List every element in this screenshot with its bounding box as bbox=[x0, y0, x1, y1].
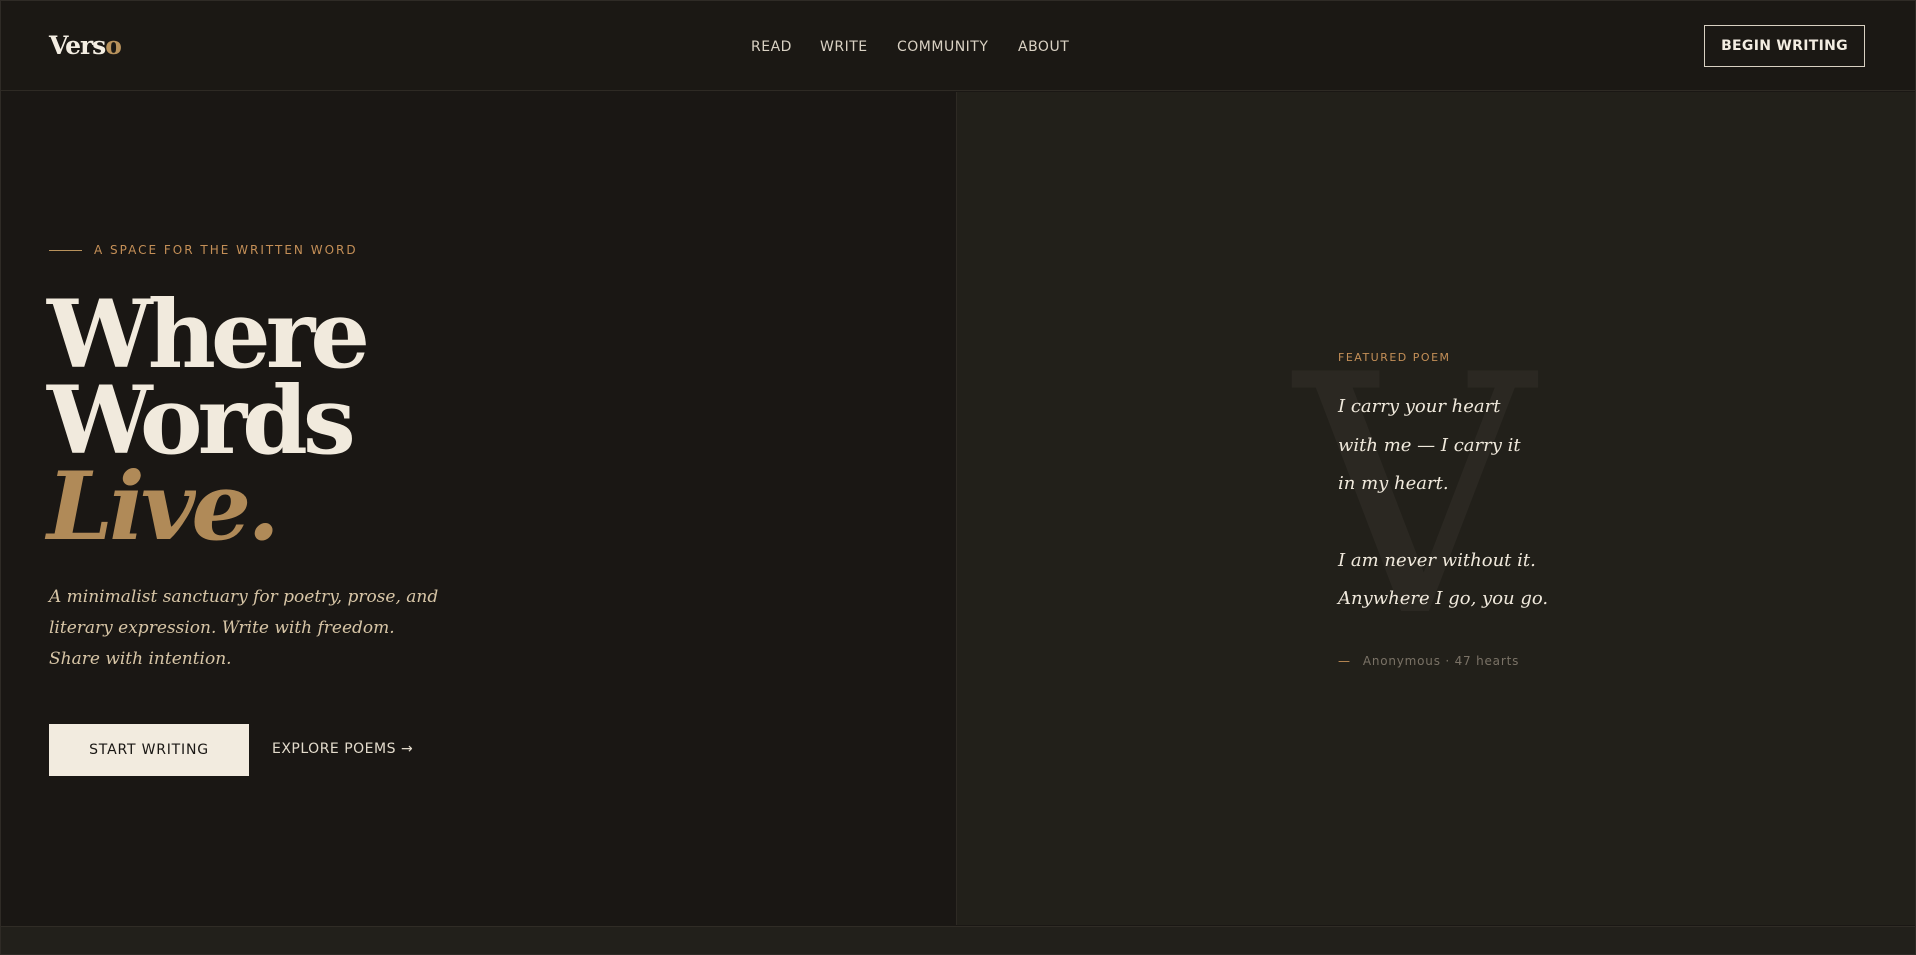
attribution-text: Anonymous · 47 hearts bbox=[1362, 654, 1520, 668]
poem-line: I am never without it. bbox=[1338, 549, 1536, 571]
poem-line: in my heart. bbox=[1338, 473, 1449, 494]
hero-section: A SPACE FOR THE WRITTEN WORD Where Words… bbox=[1, 92, 955, 925]
featured-label: FEATURED POEM bbox=[1338, 351, 1451, 364]
page-bottom-edge bbox=[1, 926, 1915, 954]
poem-line: Anywhere I go, you go. bbox=[1338, 588, 1549, 609]
hero-subcopy: A minimalist sanctuary for poetry, prose… bbox=[49, 587, 439, 669]
eyebrow-rule bbox=[49, 249, 82, 251]
poem-line: I carry your heart bbox=[1338, 396, 1501, 417]
begin-writing-button[interactable]: BEGIN WRITING bbox=[1704, 25, 1865, 67]
featured-poem-panel: V FEATURED POEM I carry your heart with … bbox=[956, 92, 1915, 925]
poem-attribution: — Anonymous · 47 hearts bbox=[1338, 654, 1519, 668]
nav-item-community[interactable]: COMMUNITY bbox=[897, 39, 988, 55]
explore-poems-link[interactable]: EXPLORE POEMS → bbox=[272, 741, 413, 757]
start-writing-button[interactable]: START WRITING bbox=[49, 724, 249, 776]
main-nav: READ WRITE COMMUNITY ABOUT bbox=[1, 39, 1915, 59]
site-header: Verso READ WRITE COMMUNITY ABOUT BEGIN W… bbox=[1, 1, 1915, 91]
eyebrow: A SPACE FOR THE WRITTEN WORD bbox=[49, 243, 358, 257]
headline-line-3: Live. bbox=[47, 452, 280, 562]
nav-item-about[interactable]: ABOUT bbox=[1018, 39, 1069, 55]
nav-item-read[interactable]: READ bbox=[751, 39, 792, 55]
hero-headline: Where Words Live. bbox=[47, 288, 370, 562]
attribution-dash: — bbox=[1338, 654, 1351, 668]
stanza-break bbox=[1338, 504, 1668, 542]
eyebrow-text: A SPACE FOR THE WRITTEN WORD bbox=[94, 243, 358, 257]
nav-item-write[interactable]: WRITE bbox=[820, 39, 868, 55]
featured-poem[interactable]: I carry your heart with me — I carry it … bbox=[1338, 388, 1668, 619]
poem-line: with me — I carry it bbox=[1338, 434, 1521, 456]
